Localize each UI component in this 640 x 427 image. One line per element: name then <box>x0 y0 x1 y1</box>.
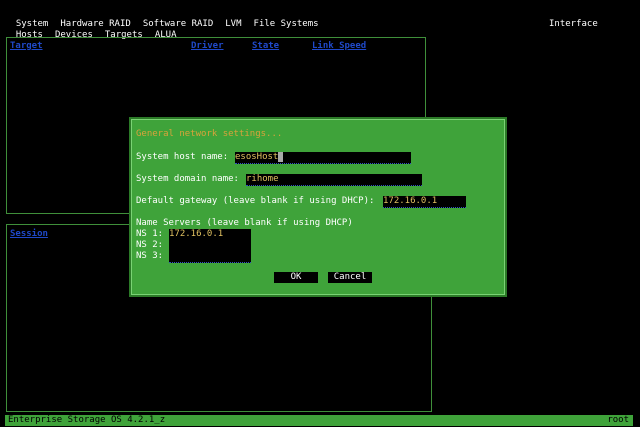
ns1-value: 172.16.0.1 <box>169 229 224 239</box>
menu-interface[interactable]: Interface <box>549 19 598 30</box>
ns1-label: NS 1: <box>136 229 164 239</box>
dialog-title: General network settings... <box>136 129 283 139</box>
text-cursor <box>278 152 284 162</box>
status-user: root <box>607 415 629 425</box>
host-name-label: System host name: <box>136 152 229 162</box>
state-header[interactable]: State <box>252 41 279 52</box>
host-name-value: esosHost <box>235 152 279 162</box>
menu-lvm[interactable]: LVM <box>225 19 241 29</box>
host-name-field[interactable]: esosHost <box>235 152 411 164</box>
cancel-button[interactable]: Cancel <box>328 272 372 283</box>
network-settings-dialog: General network settings... System host … <box>131 119 505 295</box>
driver-header[interactable]: Driver <box>191 41 224 52</box>
menu-file-systems[interactable]: File Systems <box>254 19 319 29</box>
ok-button[interactable]: OK <box>274 272 318 283</box>
link-speed-header[interactable]: Link Speed <box>312 41 366 52</box>
gateway-value: 172.16.0.1 <box>383 196 438 206</box>
domain-name-value: rihome <box>246 174 279 184</box>
target-header[interactable]: Target <box>10 41 43 52</box>
domain-name-label: System domain name: <box>136 174 239 184</box>
status-bar: Enterprise Storage OS 4.2.1_z root <box>5 415 633 426</box>
ns3-field[interactable] <box>169 251 251 263</box>
gateway-field[interactable]: 172.16.0.1 <box>383 196 466 208</box>
gateway-label: Default gateway (leave blank if using DH… <box>136 196 375 206</box>
ns3-label: NS 3: <box>136 251 164 261</box>
name-servers-heading: Name Servers (leave blank if using DHCP) <box>136 218 353 228</box>
session-header[interactable]: Session <box>10 229 48 240</box>
ns2-label: NS 2: <box>136 240 164 250</box>
status-os-version: Enterprise Storage OS 4.2.1_z <box>8 415 166 425</box>
domain-name-field[interactable]: rihome <box>246 174 422 186</box>
